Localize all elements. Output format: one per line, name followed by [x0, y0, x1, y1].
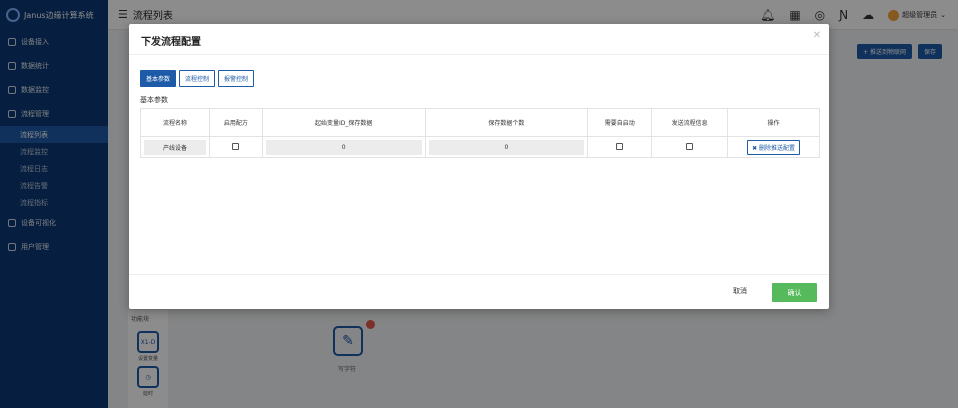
- config-table: 流程名称 启用配方 起始变量ID_保存数据 保存数据个数 需要自启动 发送流程信…: [140, 108, 820, 158]
- flow-name-cell: 产线设备: [144, 139, 206, 155]
- flow-config-modal: 下发流程配置 ✕ 基本参数 流程控制 报警控制 基本参数 流程名称 启用配方 起…: [129, 24, 829, 309]
- delete-push-config-button[interactable]: ✖ 删除推送配置: [747, 139, 800, 155]
- modal-tabs: 基本参数 流程控制 报警控制: [140, 70, 255, 87]
- col-actions: 操作: [727, 108, 820, 137]
- col-auto-start: 需要自启动: [587, 108, 653, 137]
- divider: [129, 54, 829, 55]
- table-row: 产线设备 0 0 ✖ 删除推送配置: [140, 136, 820, 158]
- save-count-input[interactable]: 0: [428, 139, 585, 155]
- col-save-count: 保存数据个数: [424, 108, 589, 137]
- tab-flow-control[interactable]: 流程控制: [179, 70, 216, 87]
- col-flow-name: 流程名称: [140, 108, 210, 137]
- send-info-checkbox[interactable]: [686, 142, 694, 150]
- confirm-button[interactable]: 确认: [772, 283, 817, 302]
- tab-alarm-control[interactable]: 报警控制: [218, 70, 255, 87]
- col-start-id: 起始变量ID_保存数据: [261, 108, 426, 137]
- tab-basic-params[interactable]: 基本参数: [140, 70, 177, 87]
- start-id-input[interactable]: 0: [265, 139, 422, 155]
- col-send-info: 发送流程信息: [651, 108, 729, 137]
- section-label: 基本参数: [140, 96, 168, 104]
- footer-divider: [129, 274, 829, 275]
- enable-recipe-checkbox[interactable]: [232, 142, 240, 150]
- modal-title: 下发流程配置: [141, 37, 201, 48]
- cancel-button[interactable]: 取消: [733, 286, 747, 296]
- table-header-row: 流程名称 启用配方 起始变量ID_保存数据 保存数据个数 需要自启动 发送流程信…: [140, 108, 820, 137]
- close-icon[interactable]: ✕: [813, 30, 821, 41]
- auto-start-checkbox[interactable]: [616, 142, 624, 150]
- col-enable-recipe: 启用配方: [208, 108, 263, 137]
